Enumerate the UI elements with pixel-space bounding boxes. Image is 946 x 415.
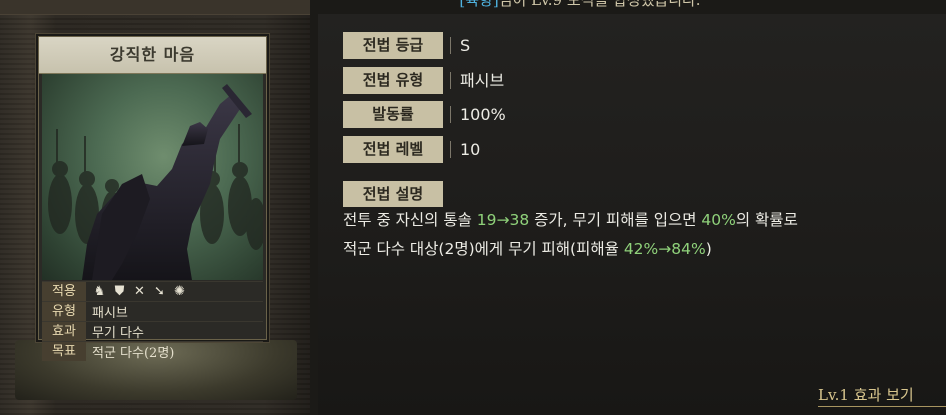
desc-text: 적군 다수 대상(2명)에게 무기 피해(피해율 <box>343 240 624 258</box>
cavalry-icon: ♞ <box>93 284 106 299</box>
stat-row-type: 유형 패시브 <box>42 301 263 321</box>
grade-value: S <box>460 36 471 55</box>
scroll-top-rod <box>0 0 310 15</box>
tactic-card-title-bar: 강직한 마음 <box>39 37 266 74</box>
tactic-card-stats: 적용 ♞ ⛊ ✕ ➘ ✺ 유형 패시브 효과 무기 다수 목표 적군 다수(2명… <box>42 281 263 361</box>
stat-key: 유형 <box>42 302 86 321</box>
crossed-bows-icon: ✕ <box>134 284 145 299</box>
grade-label: 전법 등급 <box>343 32 443 59</box>
shield-icon: ⛊ <box>114 284 125 299</box>
rate-label: 발동률 <box>343 101 443 128</box>
type-label: 전법 유형 <box>343 67 443 94</box>
apply-unit-icons: ♞ ⛊ ✕ ➘ ✺ <box>92 284 187 299</box>
stat-key: 적용 <box>42 282 86 301</box>
stat-value: 적군 다수(2명) <box>92 346 175 361</box>
divider <box>450 37 451 54</box>
stat-row-target: 목표 적군 다수(2명) <box>42 341 263 361</box>
stat-value: 무기 다수 <box>92 326 144 341</box>
divider <box>450 72 451 89</box>
desc-highlight: 42%→84% <box>623 240 706 258</box>
desc-text: ) <box>705 240 712 258</box>
banner-text: 님이 Lv.9 보석을 합성했습니다. <box>498 0 701 9</box>
tactic-card-title: 강직한 마음 <box>109 45 196 64</box>
tactic-description: 전투 중 자신의 통솔 19→38 증가, 무기 피해를 입으면 40%의 확률… <box>343 206 923 264</box>
desc-highlight: 19→38 <box>476 211 530 229</box>
desc-text: 증가, 무기 피해를 입으면 <box>529 211 702 229</box>
stat-value: 패시브 <box>92 306 128 321</box>
stat-row-apply: 적용 ♞ ⛊ ✕ ➘ ✺ <box>42 281 263 301</box>
desc-text: 전투 중 자신의 통솔 <box>343 211 477 229</box>
divider <box>450 141 451 158</box>
banner-player-name: [육항] <box>459 0 499 9</box>
rate-value: 100% <box>460 105 506 124</box>
desc-text: 의 확률로 <box>735 211 798 229</box>
link-underline <box>818 406 946 407</box>
stat-row-effect: 효과 무기 다수 <box>42 321 263 341</box>
description-label: 전법 설명 <box>343 181 443 207</box>
spear-icon: ➘ <box>154 284 165 299</box>
divider <box>450 106 451 123</box>
level-label: 전법 레벨 <box>343 136 443 163</box>
stat-key: 목표 <box>42 342 86 361</box>
stat-key: 효과 <box>42 322 86 341</box>
view-lv1-effect-link[interactable]: Lv.1 효과 보기 <box>818 384 914 405</box>
tactic-card-artwork <box>42 74 263 280</box>
wheel-icon: ✺ <box>174 284 185 299</box>
level-value: 10 <box>460 140 481 159</box>
tactic-card: 강직한 마음 적용 ♞ ⛊ ✕ ➘ ✺ 유형 패시브 효과 무기 다수 목표 적… <box>38 36 267 361</box>
type-value: 패시브 <box>460 71 505 90</box>
general-on-horse-illustration <box>48 84 263 280</box>
system-message-banner: [육항]님이 Lv.9 보석을 합성했습니다. <box>330 0 830 12</box>
desc-highlight: 40% <box>701 211 736 229</box>
